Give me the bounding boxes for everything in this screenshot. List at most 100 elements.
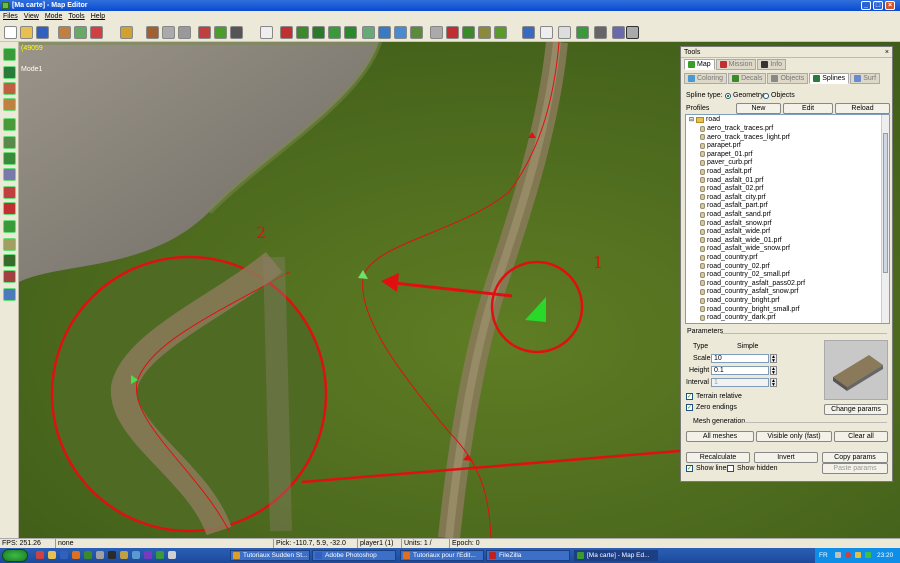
- minimize-button[interactable]: _: [861, 1, 871, 10]
- vegetation-icon[interactable]: [3, 220, 16, 233]
- tree-root-road[interactable]: ⊟ road: [689, 116, 720, 123]
- export-icon[interactable]: [74, 26, 87, 39]
- tree-item[interactable]: road_country_bright.prf: [700, 297, 779, 304]
- tree-item[interactable]: road_asfalt_snow.prf: [700, 220, 772, 227]
- taskbar-button-filezilla[interactable]: FileZilla: [486, 550, 570, 561]
- visible-only-button[interactable]: Visible only (fast): [756, 431, 832, 442]
- profile-tree[interactable]: ⊟ road aero_track_traces.prf aero_track_tr…: [685, 114, 890, 324]
- tab-mission[interactable]: Mission: [715, 59, 757, 70]
- tree-item[interactable]: road_country_asfalt_pass02.prf: [700, 280, 805, 287]
- tab-info[interactable]: Info: [757, 59, 787, 70]
- quicklaunch-folder-icon[interactable]: [48, 551, 56, 559]
- tab-map[interactable]: Map: [684, 59, 715, 70]
- reload-profiles-button[interactable]: Reload: [835, 103, 890, 114]
- flatten-icon[interactable]: [3, 152, 16, 165]
- record-icon[interactable]: [90, 26, 103, 39]
- tree-item[interactable]: road_asfalt.prf: [700, 168, 752, 175]
- tree-item[interactable]: aero_track_traces_light.prf: [700, 134, 790, 141]
- taskbar-button-tutoriaux[interactable]: Tutoriaux Sudden St...: [230, 550, 310, 561]
- tray-network-icon[interactable]: [835, 552, 841, 558]
- raise-icon[interactable]: [3, 82, 16, 95]
- sky-icon[interactable]: [3, 288, 16, 301]
- quicklaunch-ie-icon[interactable]: [60, 551, 68, 559]
- tree-item[interactable]: road_country.prf: [700, 254, 757, 261]
- tree-item[interactable]: parapet_01.prf: [700, 151, 753, 158]
- tree-item[interactable]: aero_track_traces.prf: [700, 125, 773, 132]
- lower-icon[interactable]: [3, 98, 16, 111]
- tree-item[interactable]: road_country_small_snow.prf: [700, 323, 798, 324]
- forest-icon[interactable]: [312, 26, 325, 39]
- paste-params-button[interactable]: Paste params: [822, 463, 888, 474]
- language-indicator[interactable]: FR: [819, 548, 828, 563]
- cursor-icon[interactable]: [260, 26, 273, 39]
- terrain-icon[interactable]: [198, 26, 211, 39]
- change-params-button[interactable]: Change params: [824, 404, 888, 415]
- radio-geometry[interactable]: Geometry: [725, 92, 764, 99]
- tree-item[interactable]: road_country_dark.prf: [700, 314, 775, 321]
- menu-files[interactable]: Files: [0, 13, 21, 20]
- interval-stepper[interactable]: ▲ ▼: [770, 378, 777, 388]
- notes-icon[interactable]: [558, 26, 571, 39]
- menu-mode[interactable]: Mode: [42, 13, 66, 20]
- open-icon[interactable]: [20, 26, 33, 39]
- spline-tool-icon[interactable]: [378, 26, 391, 39]
- maximize-button[interactable]: □: [873, 1, 883, 10]
- bush-icon[interactable]: [328, 26, 341, 39]
- quicklaunch-game-icon[interactable]: [120, 551, 128, 559]
- zero-endings-checkbox[interactable]: ✓: [686, 404, 693, 411]
- scale-stepper[interactable]: ▲ ▼: [770, 354, 777, 364]
- tree-item[interactable]: road_country_bright_small.prf: [700, 306, 800, 313]
- tab-objects[interactable]: Objects: [767, 73, 809, 84]
- clock[interactable]: 23:20: [877, 548, 893, 563]
- quicklaunch-extra-icon[interactable]: [156, 551, 164, 559]
- settings-icon[interactable]: [626, 26, 639, 39]
- bug-icon[interactable]: [594, 26, 607, 39]
- close-button[interactable]: ×: [885, 1, 895, 10]
- tree-item[interactable]: road_asfalt_city.prf: [700, 194, 766, 201]
- quicklaunch-desktop-icon[interactable]: [132, 551, 140, 559]
- water-icon[interactable]: [394, 26, 407, 39]
- object-icon[interactable]: [362, 26, 375, 39]
- tree-item[interactable]: road_asfalt_wide_snow.prf: [700, 245, 790, 252]
- taskbar-button-photoshop[interactable]: Adobe Photoshop: [312, 550, 396, 561]
- height-stepper[interactable]: ▲ ▼: [770, 366, 777, 376]
- start-button[interactable]: [2, 549, 28, 562]
- quicklaunch-opera-icon[interactable]: [36, 551, 44, 559]
- new-profile-button[interactable]: New: [736, 103, 781, 114]
- all-meshes-button[interactable]: All meshes: [686, 431, 754, 442]
- show-hidden-checkbox[interactable]: [727, 465, 734, 472]
- grass-icon[interactable]: [214, 26, 227, 39]
- sheet-icon[interactable]: [540, 26, 553, 39]
- pick-icon[interactable]: [146, 26, 159, 39]
- tree-icon[interactable]: [296, 26, 309, 39]
- terrain-relative-checkbox[interactable]: ✓: [686, 393, 693, 400]
- building-icon[interactable]: [3, 270, 16, 283]
- radio-objects[interactable]: Objects: [763, 92, 795, 99]
- tree-item[interactable]: road_asfalt_wide_01.prf: [700, 237, 782, 244]
- menu-tools[interactable]: Tools: [65, 13, 87, 20]
- camera-icon[interactable]: [612, 26, 625, 39]
- grid-cell-icon[interactable]: [3, 118, 16, 131]
- quicklaunch-media-icon[interactable]: [108, 551, 116, 559]
- tree-item[interactable]: road_country_02.prf: [700, 263, 770, 270]
- grid-icon[interactable]: [230, 26, 243, 39]
- menu-view[interactable]: View: [21, 13, 42, 20]
- show-lines-checkbox[interactable]: ✓: [686, 465, 693, 472]
- quicklaunch-firefox-icon[interactable]: [72, 551, 80, 559]
- tree-item[interactable]: parapet.prf: [700, 142, 741, 149]
- field-icon[interactable]: [3, 254, 16, 267]
- smooth-icon[interactable]: [3, 136, 16, 149]
- road-icon[interactable]: [3, 238, 16, 251]
- map-icon[interactable]: [576, 26, 589, 39]
- save-icon[interactable]: [36, 26, 49, 39]
- tree-item[interactable]: road_country_02_small.prf: [700, 271, 790, 278]
- quicklaunch-more-icon[interactable]: [168, 551, 176, 559]
- tree-item[interactable]: road_asfalt_wide.prf: [700, 228, 770, 235]
- import-icon[interactable]: [58, 26, 71, 39]
- tree-item[interactable]: road_asfalt_01.prf: [700, 177, 763, 184]
- tree-item[interactable]: road_country_asfalt_snow.prf: [700, 288, 798, 295]
- taskbar-button-tutoriaux-edit[interactable]: Tutoriaux pour l'Edit...: [400, 550, 484, 561]
- fence-icon[interactable]: [478, 26, 491, 39]
- scroll-thumb[interactable]: [883, 133, 888, 273]
- tab-decals[interactable]: Decals: [728, 73, 767, 84]
